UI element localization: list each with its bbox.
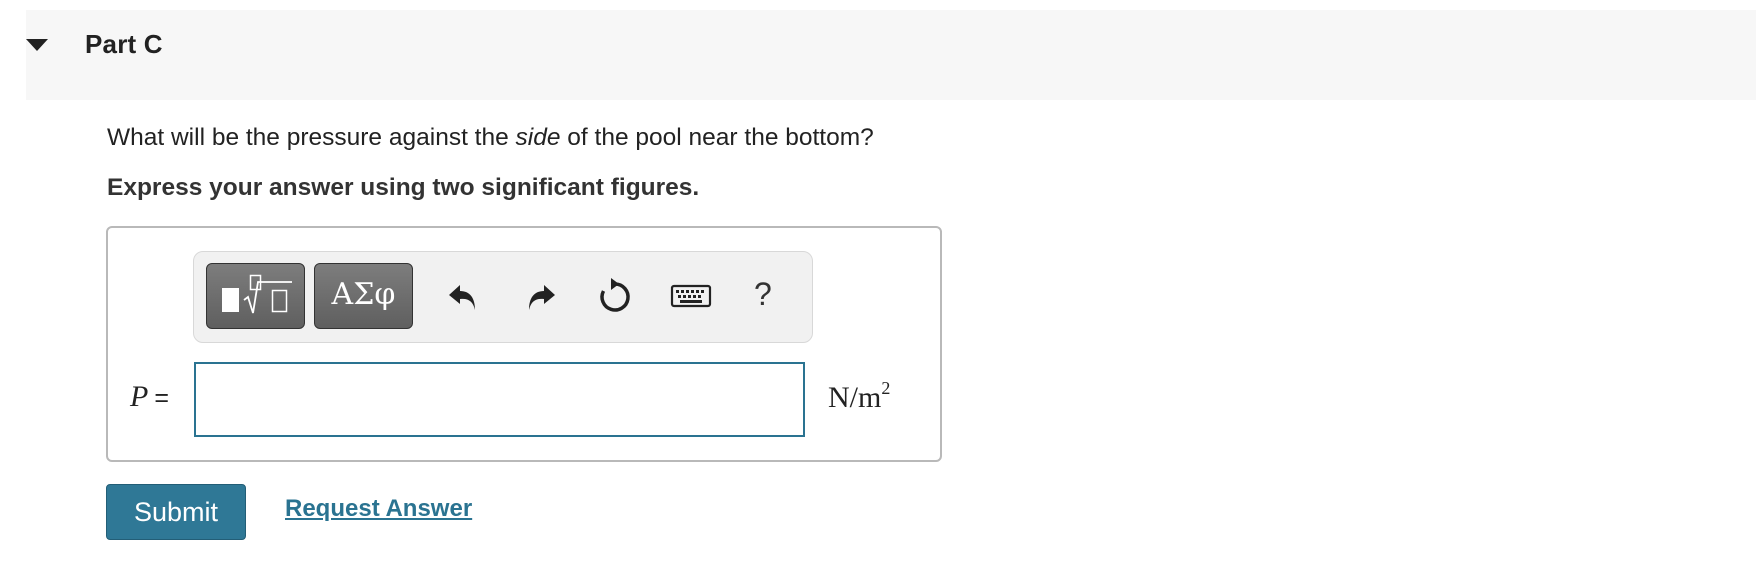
answer-input[interactable] [194,362,805,437]
keyboard-button[interactable] [670,276,712,316]
greek-symbols-button[interactable]: ΑΣφ [314,263,413,329]
part-header [26,10,1756,100]
question-text-before: What will be the pressure against the [107,124,516,151]
question-text-emphasis: side [515,124,561,151]
reset-button[interactable] [595,276,635,316]
reset-icon [600,278,630,312]
request-answer-link[interactable]: Request Answer [285,495,472,523]
submit-button[interactable]: Submit [106,484,246,540]
answer-instruction: Express your answer using two significan… [107,174,700,201]
variable-name: P [130,380,149,413]
answer-variable-label: P = [130,380,169,414]
help-button[interactable]: ? [754,276,772,313]
redo-icon [529,285,555,310]
keyboard-icon [670,284,712,308]
collapse-triangle-icon[interactable] [26,39,48,51]
units-base: N/m [828,381,882,414]
math-templates-icon [222,274,292,314]
undo-button[interactable] [444,276,484,316]
part-title: Part C [85,29,163,59]
undo-icon [449,285,475,310]
question-text-after: of the pool near the bottom? [560,124,874,151]
templates-button[interactable] [206,263,305,329]
units-exponent: 2 [881,378,891,398]
question-text: What will be the pressure against the si… [107,124,874,152]
equals-sign: = [154,384,169,412]
greek-symbols-label: ΑΣφ [331,277,396,312]
answer-units: N/m2 [828,378,891,415]
redo-button[interactable] [520,276,560,316]
